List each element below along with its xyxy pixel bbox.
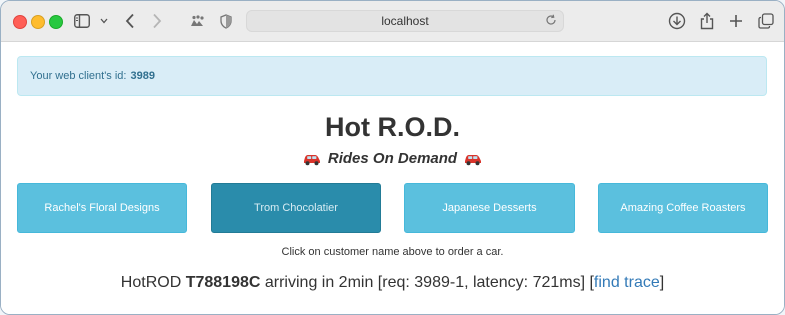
url-text: localhost (381, 14, 429, 28)
customer-button-rachels-floral-designs[interactable]: Rachel's Floral Designs (17, 183, 187, 233)
client-id-value: 3989 (130, 70, 155, 82)
ride-status: HotROD T788198C arriving in 2min [req: 3… (1, 274, 784, 292)
browser-toolbar: localhost (1, 1, 784, 42)
reload-icon[interactable] (545, 14, 557, 29)
status-prefix: HotROD (120, 274, 182, 291)
customer-button-amazing-coffee-roasters[interactable]: Amazing Coffee Roasters (598, 183, 768, 233)
browser-window: localhost Your web client's id: 3989 Hot… (0, 0, 785, 315)
status-suffix: ] (659, 274, 665, 291)
find-trace-link[interactable]: find trace (594, 274, 660, 291)
new-tab-icon[interactable] (729, 11, 743, 31)
tabs-overview-icon[interactable] (758, 11, 774, 31)
extension-icon[interactable] (189, 11, 207, 31)
shield-icon[interactable] (220, 11, 232, 31)
sidebar-icon[interactable] (74, 11, 90, 31)
back-icon[interactable] (125, 11, 135, 31)
customer-button-japanese-desserts[interactable]: Japanese Desserts (404, 183, 575, 233)
zoom-window-button[interactable] (49, 15, 63, 29)
car-icon (463, 152, 483, 166)
download-icon[interactable] (668, 11, 686, 31)
page-subtitle: Rides On Demand (1, 150, 784, 167)
share-icon[interactable] (700, 11, 714, 31)
forward-icon[interactable] (152, 11, 162, 31)
client-id-alert: Your web client's id: 3989 (17, 56, 767, 96)
vehicle-id: T788198C (185, 274, 261, 291)
minimize-window-button[interactable] (31, 15, 45, 29)
status-details: arriving in 2min [req: 3989-1, latency: … (264, 274, 594, 291)
client-id-label: Your web client's id: (30, 70, 127, 82)
address-bar[interactable]: localhost (246, 10, 564, 32)
car-icon (302, 152, 322, 166)
close-window-button[interactable] (13, 15, 27, 29)
page-content: Your web client's id: 3989 Hot R.O.D. Ri… (1, 42, 784, 314)
order-hint: Click on customer name above to order a … (281, 246, 504, 258)
chevron-down-icon[interactable] (100, 11, 108, 31)
page-title: Hot R.O.D. (325, 112, 460, 142)
subtitle-text: Rides On Demand (327, 150, 458, 167)
customer-button-trom-chocolatier[interactable]: Trom Chocolatier (211, 183, 381, 233)
